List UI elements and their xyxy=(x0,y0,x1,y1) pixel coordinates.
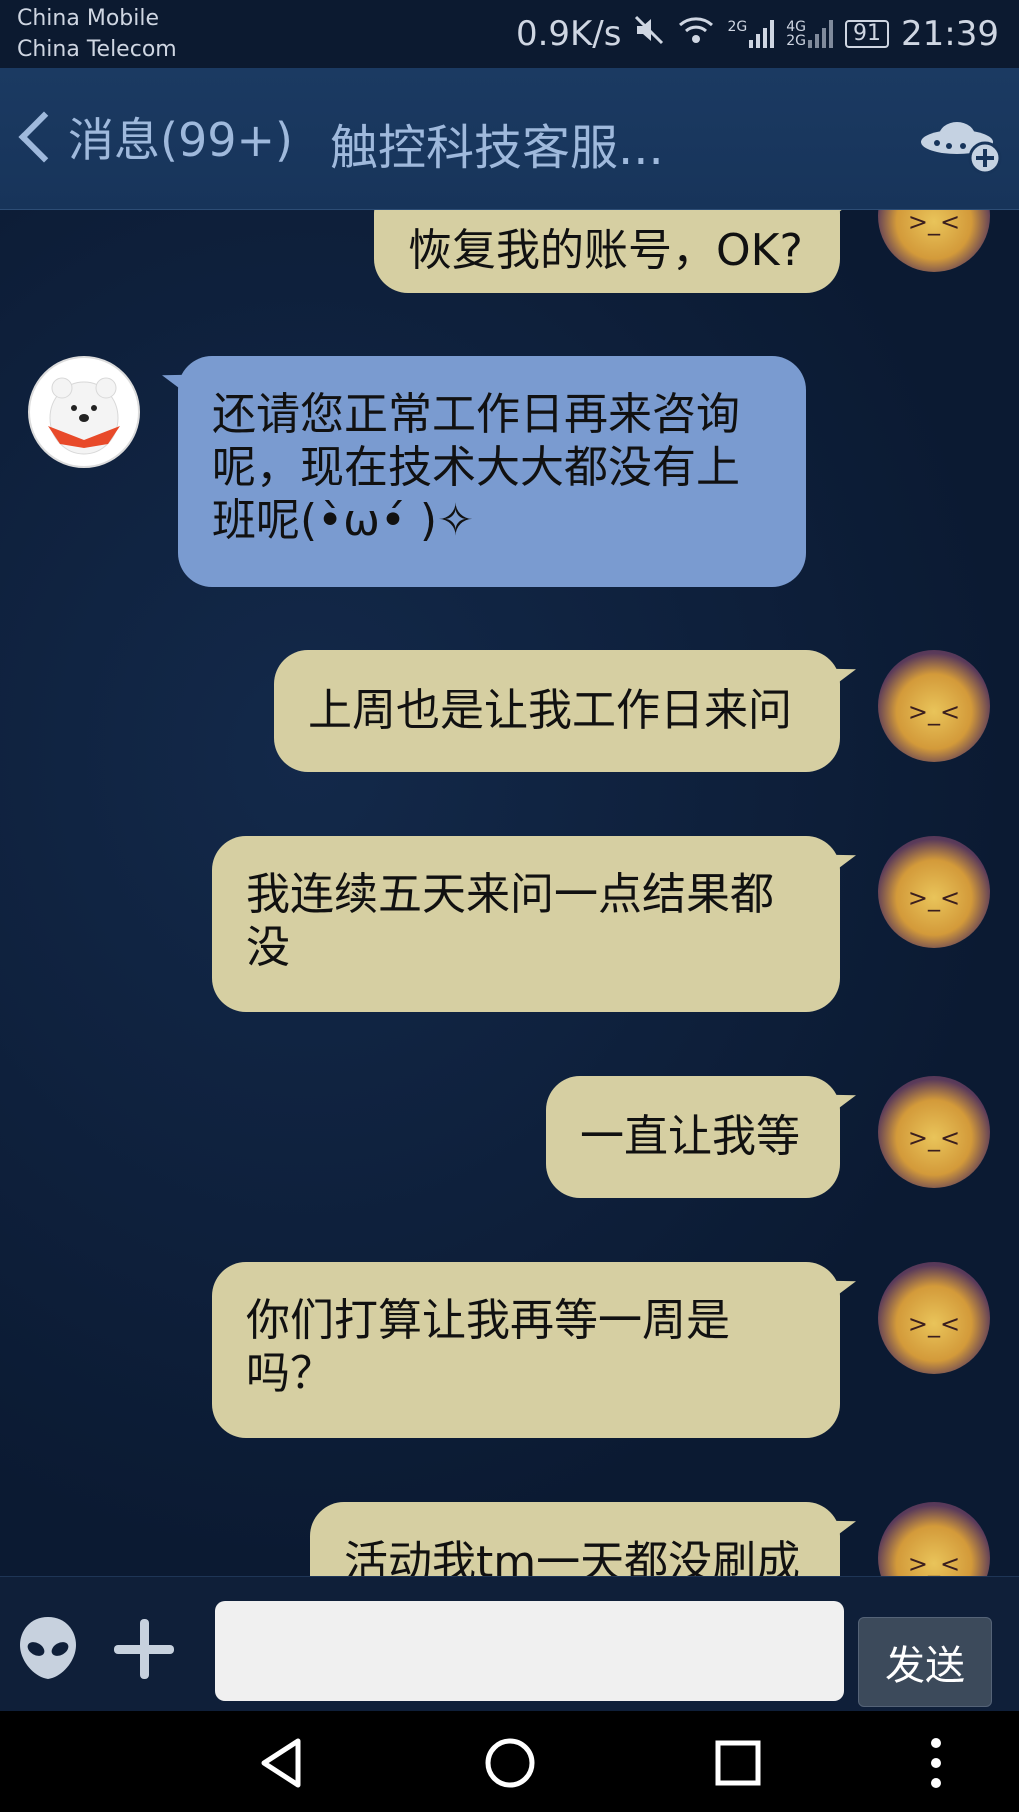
message-line: 班呢(•̀ω•́ )✧ xyxy=(212,495,474,546)
my-avatar[interactable]: >_< xyxy=(878,1076,990,1188)
message-text: 恢复我的账号，OK? xyxy=(408,225,803,276)
back-label: 消息(99+) xyxy=(68,113,293,167)
sim2-signal-icon: 4G 2G xyxy=(786,19,834,49)
my-avatar[interactable]: >_< xyxy=(878,650,990,762)
message-line: 你们打算让我再等一周是 xyxy=(246,1295,730,1346)
back-chevron-icon xyxy=(18,111,70,163)
message-text: 上周也是让我工作日来问 xyxy=(308,685,792,736)
net-speed: 0.9K/s xyxy=(515,14,622,54)
message-bubble-outgoing[interactable]: 上周也是让我工作日来问 xyxy=(274,650,840,772)
message-bubble-outgoing[interactable]: 你们打算让我再等一周是 吗？ xyxy=(212,1262,840,1438)
carrier-1: China Mobile xyxy=(17,6,160,31)
alien-emoji-icon[interactable] xyxy=(16,1613,80,1683)
compose-bar: 发送 xyxy=(0,1576,1019,1712)
sim1-type: 2G xyxy=(727,19,748,35)
system-nav-bar xyxy=(0,1711,1019,1812)
message-input[interactable] xyxy=(215,1601,844,1701)
status-bar: China Mobile China Telecom 0.9K/s 2G 4G … xyxy=(0,0,1019,68)
message-bubble-incoming[interactable]: 还请您正常工作日再来咨询 呢，现在技术大大都没有上 班呢(•̀ω•́ )✧ xyxy=(178,356,806,587)
message-line: 没 xyxy=(246,922,290,973)
wifi-icon xyxy=(677,14,715,54)
message-text: 一直让我等 xyxy=(580,1111,800,1162)
sim2-type-bottom: 2G xyxy=(786,33,807,49)
nav-home-icon[interactable] xyxy=(482,1735,538,1791)
back-button[interactable]: 消息(99+) xyxy=(12,104,293,170)
clock: 21:39 xyxy=(901,14,999,54)
message-bubble-outgoing[interactable]: 活动我tm一天都没刷成 xyxy=(310,1502,840,1576)
send-button[interactable]: 发送 xyxy=(858,1617,992,1707)
message-bubble-outgoing[interactable]: 我连续五天来问一点结果都 没 xyxy=(212,836,840,1012)
chat-header: 消息(99+) 触控科技客服... xyxy=(0,68,1019,210)
message-line: 吗？ xyxy=(246,1348,334,1399)
service-avatar[interactable] xyxy=(28,356,140,468)
carrier-2: China Telecom xyxy=(17,37,177,62)
my-avatar[interactable]: >_< xyxy=(878,1262,990,1374)
nav-menu-icon[interactable] xyxy=(908,1735,964,1791)
my-avatar[interactable]: >_< xyxy=(878,1502,990,1576)
status-icons: 0.9K/s 2G 4G 2G 91 21:39 xyxy=(516,12,999,56)
nav-back-icon[interactable] xyxy=(254,1735,310,1791)
message-line: 我连续五天来问一点结果都 xyxy=(246,869,774,920)
message-text: 活动我tm一天都没刷成 xyxy=(344,1537,801,1576)
mute-icon xyxy=(633,14,665,55)
my-avatar[interactable]: >_< xyxy=(878,210,990,272)
plus-icon[interactable] xyxy=(112,1617,176,1681)
message-list[interactable]: 恢复我的账号，OK? >_< 还请您正常工作日再来咨询 呢，现在技术大大都没有上… xyxy=(0,210,1019,1576)
message-bubble-outgoing[interactable]: 一直让我等 xyxy=(546,1076,840,1198)
message-line: 还请您正常工作日再来咨询 xyxy=(212,389,740,440)
battery-indicator: 91 xyxy=(845,20,890,48)
my-avatar[interactable]: >_< xyxy=(878,836,990,948)
sim1-signal-icon: 2G xyxy=(727,19,775,48)
message-line: 呢，现在技术大大都没有上 xyxy=(212,442,740,493)
sim2-type-top: 4G xyxy=(786,19,807,35)
message-bubble-outgoing[interactable]: 恢复我的账号，OK? xyxy=(374,210,840,293)
chat-title: 触控科技客服... xyxy=(330,120,664,176)
nav-recents-icon[interactable] xyxy=(710,1735,766,1791)
ufo-add-icon[interactable] xyxy=(919,104,1003,176)
